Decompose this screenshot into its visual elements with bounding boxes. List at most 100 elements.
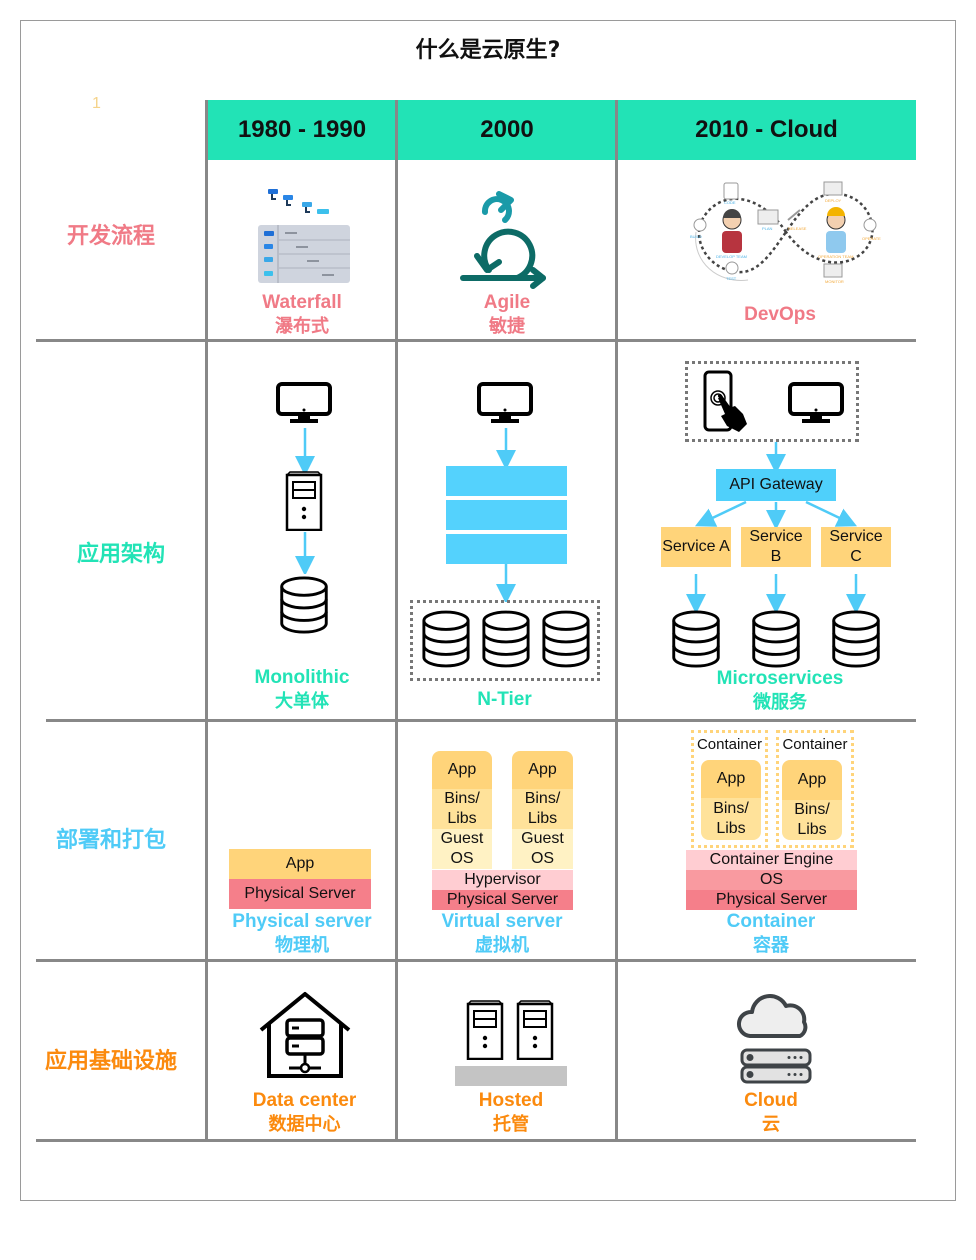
hosted-label: Hosted bbox=[478, 1090, 544, 1111]
database-icon bbox=[541, 609, 591, 669]
monolithic-label: Monolithic bbox=[254, 667, 350, 688]
grid-hline bbox=[36, 959, 916, 962]
arrow-down-icon bbox=[496, 564, 516, 602]
waterfall-label-zh: 瀑布式 bbox=[275, 316, 329, 337]
vm1-guest-os-layer: Guest OS bbox=[432, 829, 492, 869]
client-monitor-icon bbox=[477, 382, 533, 424]
container-label: Container bbox=[726, 911, 816, 932]
column-header-2000: 2000 bbox=[480, 116, 534, 143]
grid-hline bbox=[36, 339, 916, 342]
row-label-dev-process: 开发流程 bbox=[66, 224, 155, 249]
arrow-down-icon bbox=[846, 574, 866, 612]
devops-release-label: RELEASE bbox=[788, 226, 807, 231]
agile-label-zh: 敏捷 bbox=[489, 316, 525, 337]
waterfall-label: Waterfall bbox=[262, 292, 342, 313]
tier-layer-data bbox=[446, 534, 567, 564]
physical-server-layer: Physical Server bbox=[432, 890, 573, 910]
mobile-touch-icon bbox=[703, 370, 747, 432]
vm1-bins-layer: Bins/ Libs bbox=[432, 789, 492, 829]
arrow-down-icon bbox=[766, 574, 786, 612]
tier-layer-business bbox=[446, 500, 567, 530]
app-layer: App bbox=[229, 849, 371, 879]
devops-operate-label: OPERATE bbox=[862, 236, 881, 241]
database-icon bbox=[830, 609, 882, 669]
cloud-label: Cloud bbox=[744, 1090, 798, 1111]
grid-vline bbox=[395, 100, 398, 1140]
datacenter-caption: Data center 数据中心 bbox=[207, 1089, 402, 1137]
cloud-server-icon bbox=[737, 994, 812, 1084]
database-icon bbox=[278, 575, 330, 635]
client-monitor-icon bbox=[788, 382, 844, 424]
virtual-server-label: Virtual server bbox=[441, 911, 563, 932]
devops-test-label: TEST bbox=[726, 276, 737, 281]
database-icon bbox=[421, 609, 471, 669]
service-a-box: Service A bbox=[661, 527, 731, 567]
row-label-deployment: 部署和打包 bbox=[55, 828, 166, 853]
devops-caption: DevOps bbox=[640, 303, 920, 327]
datacenter-label-zh: 数据中心 bbox=[268, 1114, 341, 1135]
container-1-label: Container bbox=[696, 736, 763, 753]
database-icon bbox=[670, 609, 722, 669]
devops-deploy-label: DEPLOY bbox=[825, 198, 842, 203]
column-header-1980: 1980 - 1990 bbox=[237, 116, 367, 143]
waterfall-caption: Waterfall 瀑布式 bbox=[207, 291, 397, 339]
monolithic-label-zh: 大单体 bbox=[275, 691, 329, 712]
marker-label: 1 bbox=[92, 95, 101, 112]
devops-code-label: CODE bbox=[724, 200, 736, 205]
virtual-server-caption: Virtual server 虚拟机 bbox=[397, 910, 607, 958]
hosted-servers-icon bbox=[455, 1000, 567, 1086]
container-2-bins-layer: Bins/ Libs bbox=[782, 800, 842, 840]
arrow-down-icon bbox=[766, 442, 786, 472]
ntier-label: N-Tier bbox=[477, 689, 532, 710]
arrow-down-icon bbox=[295, 428, 315, 474]
agile-label: Agile bbox=[483, 292, 531, 313]
api-gateway-box: API Gateway bbox=[716, 469, 836, 501]
virtual-server-label-zh: 虚拟机 bbox=[475, 935, 529, 956]
container-2-app-layer: App bbox=[782, 760, 842, 800]
cloud-label-zh: 云 bbox=[762, 1114, 780, 1135]
row-label-infrastructure: 应用基础设施 bbox=[44, 1049, 177, 1074]
datacenter-house-icon bbox=[259, 992, 351, 1078]
container-1-bins-layer: Bins/ Libs bbox=[701, 798, 761, 840]
monolithic-caption: Monolithic 大单体 bbox=[207, 666, 397, 714]
client-monitor-icon bbox=[276, 382, 332, 424]
page-title: 什么是云原生? bbox=[415, 38, 561, 63]
physical-server-caption: Physical server 物理机 bbox=[207, 910, 397, 958]
tier-layer-presentation bbox=[446, 466, 567, 496]
database-icon bbox=[481, 609, 531, 669]
datacenter-label: Data center bbox=[252, 1090, 357, 1111]
physical-server-label: Physical server bbox=[232, 911, 372, 932]
agile-caption: Agile 敏捷 bbox=[397, 291, 617, 339]
hypervisor-layer: Hypervisor bbox=[432, 870, 573, 890]
devops-develop-team-label: DEVELOP TEAM bbox=[716, 254, 747, 259]
vm1-app-layer: App bbox=[432, 751, 492, 789]
container-caption: Container 容器 bbox=[661, 910, 881, 958]
vm2-bins-layer: Bins/ Libs bbox=[512, 789, 573, 829]
gateway-arrows bbox=[694, 500, 858, 530]
ntier-caption: N-Tier bbox=[397, 688, 612, 712]
physical-server-layer: Physical Server bbox=[686, 890, 857, 910]
row-label-architecture: 应用架构 bbox=[76, 542, 165, 567]
microservices-label-zh: 微服务 bbox=[753, 692, 807, 713]
devops-label: DevOps bbox=[744, 304, 816, 325]
vm2-guest-os-layer: Guest OS bbox=[512, 829, 573, 869]
waterfall-icon bbox=[258, 189, 350, 283]
hosted-caption: Hosted 托管 bbox=[397, 1089, 625, 1137]
devops-infinity-icon: CODE PLAN BUILD DEVELOP TEAM TEST RELEAS… bbox=[690, 181, 881, 284]
container-1-app-layer: App bbox=[701, 760, 761, 798]
devops-build-label: BUILD bbox=[690, 234, 702, 239]
os-layer: OS bbox=[686, 870, 857, 890]
arrow-down-icon bbox=[295, 532, 315, 574]
grid-hline bbox=[36, 1139, 916, 1142]
grid-hline bbox=[46, 719, 916, 722]
hosted-label-zh: 托管 bbox=[493, 1114, 529, 1135]
devops-monitor-label: MONITOR bbox=[825, 279, 844, 284]
vm2-app-layer: App bbox=[512, 751, 573, 789]
service-b-box: Service B bbox=[741, 527, 811, 567]
service-c-box: Service C bbox=[821, 527, 891, 567]
server-tower-icon bbox=[284, 471, 324, 531]
devops-plan-label: PLAN bbox=[762, 226, 773, 231]
microservices-label: Microservices bbox=[716, 668, 844, 689]
arrow-down-icon bbox=[496, 428, 516, 468]
grid-vline bbox=[615, 100, 618, 1140]
